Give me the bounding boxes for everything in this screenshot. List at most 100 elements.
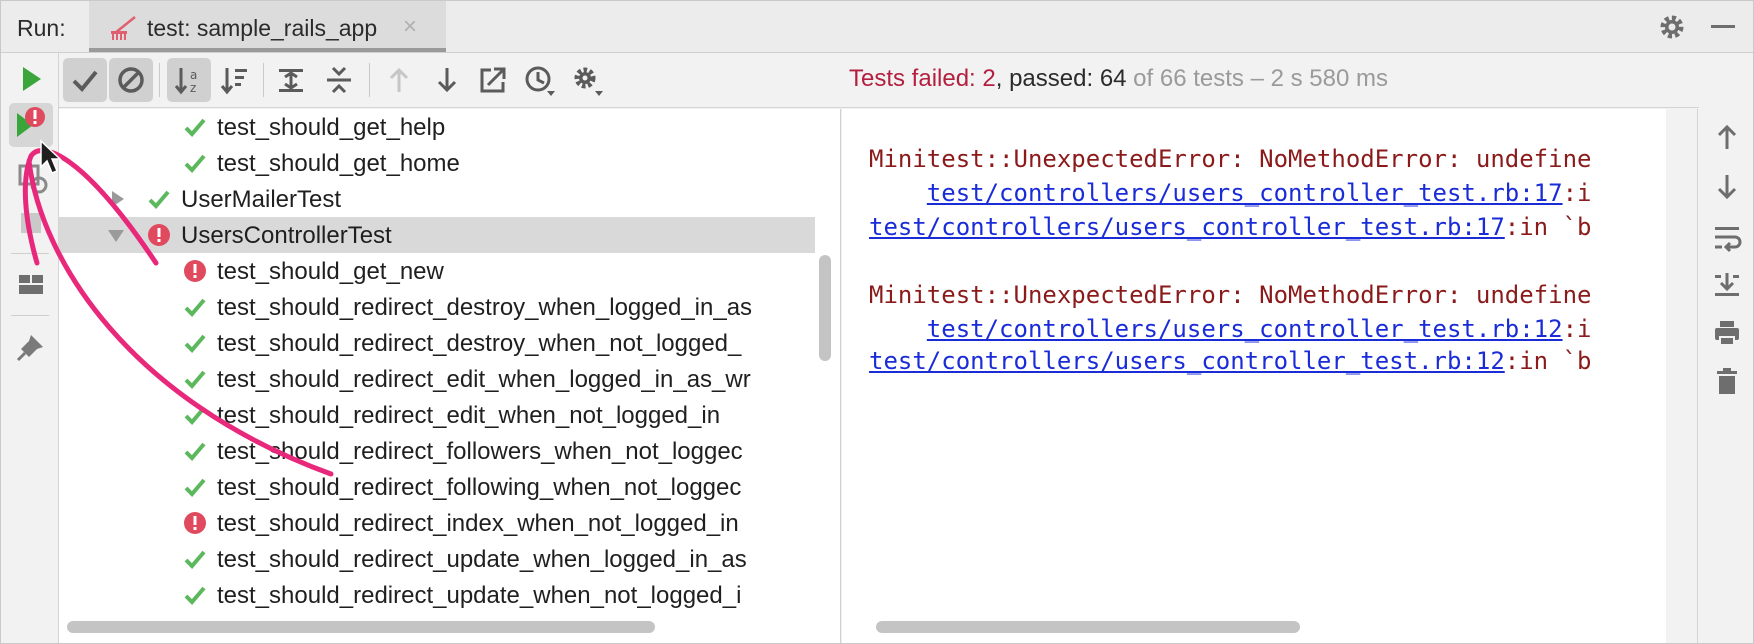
tests-failed-text: Tests failed: 2	[849, 65, 996, 92]
console-line: Minitest::UnexpectedError: NoMethodError…	[869, 281, 1592, 309]
tree-vertical-scrollbar[interactable]	[819, 255, 831, 361]
minimize-icon[interactable]	[1711, 25, 1735, 28]
export-icon[interactable]	[471, 58, 515, 102]
title-bar: Run: test: sample_rails_app ×	[1, 1, 1753, 53]
stacktrace-link[interactable]: test/controllers/users_controller_test.r…	[927, 315, 1563, 343]
tree-row-label: test_should_get_new	[217, 258, 444, 285]
down-arrow-icon[interactable]	[1707, 167, 1747, 207]
gear-icon[interactable]	[1657, 12, 1687, 42]
tree-row-test[interactable]: test_should_redirect_index_when_not_logg…	[59, 505, 815, 541]
tree-row-label: test_should_redirect_destroy_when_not_lo…	[217, 330, 742, 357]
tests-total-text: of 66 tests – 2 s 580 ms	[1126, 65, 1388, 92]
tree-row-suite[interactable]: UsersControllerTest	[59, 217, 815, 253]
tree-row-label: test_should_redirect_edit_when_logged_in…	[217, 366, 751, 393]
run-tool-window: Run: test: sample_rails_app × a z Tests …	[0, 0, 1754, 644]
collapse-all-icon[interactable]	[317, 58, 361, 102]
tree-row-label: test_should_redirect_destroy_when_logged…	[217, 294, 753, 321]
console-line: test/controllers/users_controller_test.r…	[869, 213, 1592, 241]
play-icon[interactable]	[9, 57, 53, 101]
print-icon[interactable]	[1707, 313, 1747, 353]
tree-row-label: UsersControllerTest	[181, 222, 392, 249]
sort-alphabetically-icon[interactable]: a z	[167, 58, 211, 102]
console-horizontal-scrollbar[interactable]	[876, 621, 1300, 633]
show-ignored-icon[interactable]	[109, 58, 153, 102]
tree-row-test[interactable]: test_should_get_new	[59, 253, 815, 289]
tree-row-suite[interactable]: UserMailerTest	[59, 181, 815, 217]
passed-check-icon	[184, 442, 206, 461]
passed-check-icon	[184, 550, 206, 569]
pin-icon[interactable]	[9, 325, 53, 369]
run-label: Run:	[17, 15, 66, 41]
test-summary: Tests failed: 2, passed: 64 of 66 tests …	[849, 65, 1388, 93]
trash-icon[interactable]	[1707, 361, 1747, 401]
console-line: test/controllers/users_controller_test.r…	[926, 179, 1592, 207]
close-icon[interactable]: ×	[403, 13, 417, 41]
tree-row-test[interactable]: test_should_redirect_update_when_not_log…	[59, 577, 815, 613]
console-line: test/controllers/users_controller_test.r…	[926, 315, 1592, 343]
show-passed-icon[interactable]	[63, 58, 107, 102]
tree-row-test[interactable]: test_should_redirect_edit_when_not_logge…	[59, 397, 815, 433]
tab-title: test: sample_rails_app	[147, 15, 378, 41]
tree-row-test[interactable]: test_should_redirect_destroy_when_logged…	[59, 289, 815, 325]
passed-check-icon	[184, 154, 206, 173]
rake-icon	[111, 16, 136, 40]
failed-error-icon	[184, 260, 206, 282]
tree-horizontal-scrollbar[interactable]	[67, 621, 655, 633]
toggle-auto-test-icon[interactable]	[9, 155, 53, 199]
tree-row-label: UserMailerTest	[181, 186, 342, 213]
failed-error-icon	[184, 512, 206, 534]
svg-text:z: z	[190, 81, 196, 95]
up-arrow-icon[interactable]	[1707, 117, 1747, 157]
tree-row-label: test_should_get_help	[217, 114, 446, 141]
tree-row-test[interactable]: test_should_redirect_destroy_when_not_lo…	[59, 325, 815, 361]
passed-check-icon	[184, 370, 206, 389]
tree-row-test[interactable]: test_should_get_home	[59, 145, 815, 181]
tree-row-label: test_should_redirect_update_when_logged_…	[217, 546, 747, 573]
tree-row-label: test_should_redirect_followers_when_not_…	[217, 438, 743, 465]
passed-check-icon	[184, 118, 206, 137]
tree-row-label: test_should_get_home	[217, 150, 460, 177]
console-line: Minitest::UnexpectedError: NoMethodError…	[869, 145, 1592, 173]
console-line: test/controllers/users_controller_test.r…	[869, 347, 1592, 375]
tree-row-test[interactable]: test_should_redirect_followers_when_not_…	[59, 433, 815, 469]
passed-check-icon	[184, 334, 206, 353]
passed-check-icon	[184, 406, 206, 425]
console-output: Minitest::UnexpectedError: NoMethodError…	[842, 109, 1666, 643]
expand-arrow-icon[interactable]	[111, 190, 125, 208]
passed-check-icon	[184, 298, 206, 317]
previous-failed-icon[interactable]	[377, 58, 421, 102]
run-tab[interactable]: test: sample_rails_app ×	[89, 1, 446, 52]
tests-passed-text: , passed: 64	[995, 65, 1127, 92]
tree-row-label: test_should_redirect_following_when_not_…	[217, 474, 742, 501]
soft-wrap-icon[interactable]	[1707, 217, 1747, 257]
tree-row-test[interactable]: test_should_redirect_following_when_not_…	[59, 469, 815, 505]
tree-row-test[interactable]: test_should_get_help	[59, 109, 815, 145]
expand-all-icon[interactable]	[269, 58, 313, 102]
tree-row-test[interactable]: test_should_redirect_edit_when_logged_in…	[59, 361, 815, 397]
tree-row-label: test_should_redirect_index_when_not_logg…	[217, 510, 739, 537]
test-toolbar: a z Tests failed: 2, passed: 64 of 66 te…	[59, 53, 1699, 108]
test-tree: test_should_get_help test_should_get_hom…	[59, 109, 841, 643]
scroll-to-end-icon[interactable]	[1707, 265, 1747, 305]
sort-by-duration-icon[interactable]	[213, 58, 257, 102]
tree-row-label: test_should_redirect_edit_when_not_logge…	[217, 402, 721, 429]
tree-row-label: test_should_redirect_update_when_not_log…	[217, 582, 742, 609]
history-icon[interactable]	[517, 58, 561, 102]
left-toolbar	[1, 53, 59, 643]
stacktrace-link[interactable]: test/controllers/users_controller_test.r…	[869, 213, 1505, 241]
passed-check-icon	[148, 190, 170, 209]
failed-error-icon	[148, 224, 170, 246]
stacktrace-link[interactable]: test/controllers/users_controller_test.r…	[927, 179, 1563, 207]
passed-check-icon	[184, 478, 206, 497]
svg-text:a: a	[190, 68, 197, 82]
next-failed-icon[interactable]	[425, 58, 469, 102]
layout-icon[interactable]	[9, 263, 53, 307]
stop-icon[interactable]	[9, 201, 53, 245]
stacktrace-link[interactable]: test/controllers/users_controller_test.r…	[869, 347, 1505, 375]
console-toolbar	[1697, 109, 1753, 643]
rerun-failed-icon[interactable]	[9, 103, 53, 147]
tree-row-test[interactable]: test_should_redirect_update_when_logged_…	[59, 541, 815, 577]
collapse-arrow-icon[interactable]	[107, 229, 125, 243]
settings-icon[interactable]	[565, 58, 609, 102]
passed-check-icon	[184, 586, 206, 605]
